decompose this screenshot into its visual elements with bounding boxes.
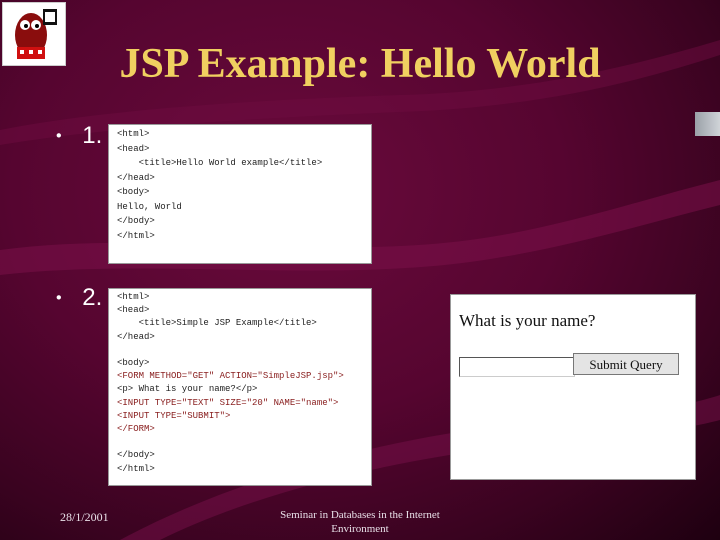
- browser-form-preview: What is your name? Submit Query: [450, 294, 696, 480]
- code-line: <head>: [117, 305, 150, 316]
- name-input[interactable]: [459, 357, 575, 377]
- code-line: <title>Simple JSP Example</title>: [117, 318, 317, 329]
- form-question-text: What is your name?: [459, 311, 596, 330]
- bullet-dot-icon: •: [56, 127, 62, 145]
- code-line: </FORM>: [117, 424, 155, 435]
- bullet-label: 2.: [82, 284, 103, 311]
- code-line: </body>: [117, 450, 155, 461]
- code-line: </body>: [117, 216, 155, 226]
- code-line: </head>: [117, 172, 155, 183]
- footer-title: Seminar in Databases in the Internet Env…: [270, 508, 450, 536]
- footer-date: 28/1/2001: [60, 510, 109, 524]
- code-line: <body>: [117, 358, 150, 369]
- code-line: <INPUT TYPE="TEXT" SIZE="20" NAME="name"…: [117, 397, 339, 408]
- code-line: <INPUT TYPE="SUBMIT">: [117, 410, 231, 421]
- code-example-2: <html> <head> <title>Simple JSP Example<…: [108, 288, 372, 486]
- code-line: <html>: [117, 129, 150, 139]
- submit-query-button[interactable]: Submit Query: [573, 353, 679, 375]
- decorative-side-tab: [695, 112, 720, 136]
- code-line: Hello, World: [117, 201, 182, 212]
- code-line: <html>: [117, 292, 150, 302]
- code-line: <body>: [117, 187, 150, 197]
- code-line: </html>: [117, 230, 155, 241]
- footer-title-line-2: Environment: [331, 523, 389, 535]
- code-line: </html>: [117, 463, 155, 474]
- bullet-label: 1.: [82, 122, 103, 149]
- code-line: <p> What is your name?</p>: [117, 384, 258, 395]
- code-line: <FORM METHOD="GET" ACTION="SimpleJSP.jsp…: [117, 371, 344, 382]
- footer-title-line-1: Seminar in Databases in the Internet: [280, 509, 440, 521]
- slide-title: JSP Example: Hello World: [119, 41, 601, 87]
- code-example-1: <html> <head> <title>Hello World example…: [108, 124, 372, 264]
- bullet-item-1: • 1.: [56, 122, 102, 150]
- code-line: <head>: [117, 143, 150, 154]
- code-line: </head>: [117, 331, 155, 342]
- mascot-logo-image: [2, 2, 66, 66]
- bullet-item-2: • 2.: [56, 284, 102, 312]
- code-line: <title>Hello World example</title>: [117, 158, 323, 168]
- bullet-dot-icon: •: [56, 289, 62, 307]
